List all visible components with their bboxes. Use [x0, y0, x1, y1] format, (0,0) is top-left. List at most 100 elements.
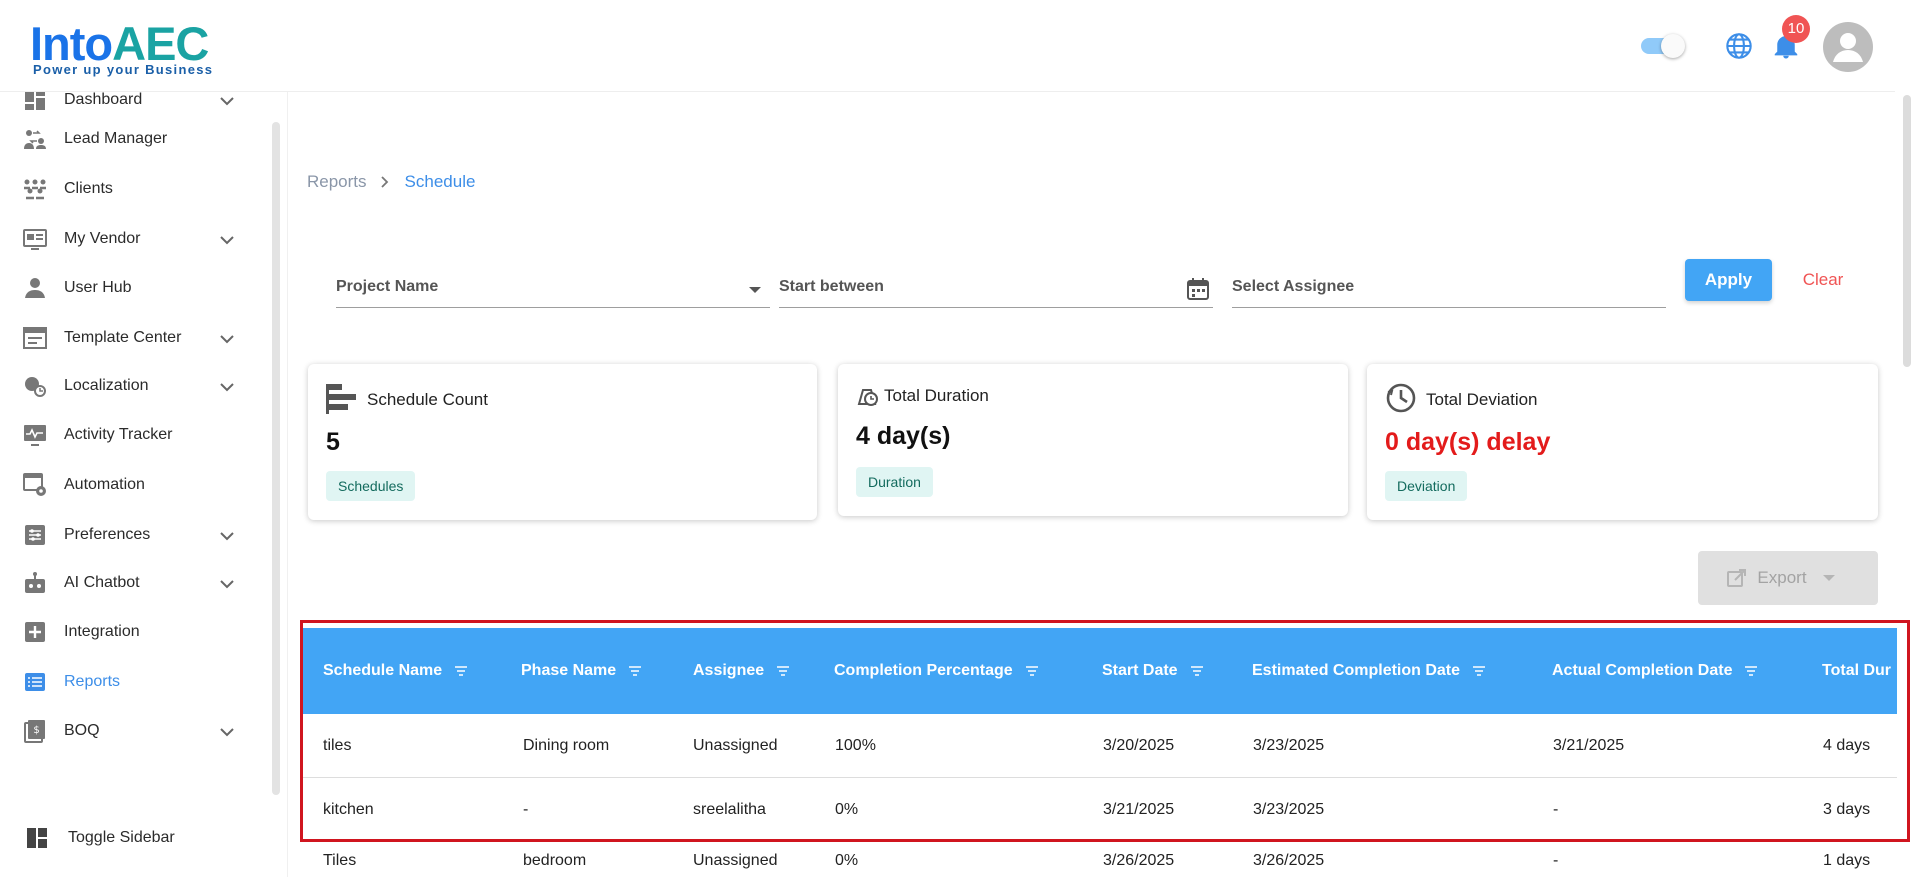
breadcrumb-reports-link[interactable]: Reports: [307, 172, 367, 192]
sidebar-item-label: My Vendor: [64, 230, 141, 247]
column-header-start-date[interactable]: Start Date: [1102, 628, 1204, 714]
sidebar-item-reports[interactable]: Reports: [20, 662, 240, 702]
sidebar-item-automation[interactable]: Automation: [20, 465, 240, 505]
sidebar-item-clients[interactable]: Clients: [20, 169, 240, 209]
start-between-date-input[interactable]: Start between: [779, 268, 1213, 308]
chevron-down-icon[interactable]: [218, 527, 236, 545]
deviation-chip: Deviation: [1385, 471, 1468, 501]
total-duration-card: Total Duration 4 day(s) Duration: [838, 364, 1348, 516]
cell-actual-date: -: [1553, 801, 1559, 818]
table-row[interactable]: tiles Dining room Unassigned 100% 3/20/2…: [303, 714, 1897, 778]
sidebar-item-preferences[interactable]: Preferences: [20, 515, 240, 555]
cell-schedule-name: tiles: [323, 737, 352, 754]
vendor-icon: [20, 224, 50, 254]
sidebar-item-localization[interactable]: Localization: [20, 366, 240, 406]
cell-total-duration: 3 days: [1823, 801, 1871, 818]
cell-actual-date: -: [1553, 852, 1559, 869]
sidebar: Dashboard Lead Manager Clients My Vendor…: [0, 92, 288, 877]
filter-lines-icon[interactable]: [776, 664, 790, 678]
cell-estimated-date: 3/26/2025: [1253, 852, 1325, 869]
table-row[interactable]: Tiles bedroom Unassigned 0% 3/26/2025 3/…: [303, 842, 1897, 877]
sidebar-scrollbar[interactable]: [272, 122, 280, 795]
preferences-icon: [20, 520, 50, 550]
cell-actual-date: 3/21/2025: [1553, 737, 1625, 754]
schedules-chip: Schedules: [326, 471, 416, 501]
header-label: Assignee: [693, 662, 765, 679]
select-assignee-input[interactable]: Select Assignee: [1232, 268, 1666, 308]
sidebar-item-label: AI Chatbot: [64, 574, 140, 591]
sidebar-item-ai-chatbot[interactable]: AI Chatbot: [20, 563, 240, 603]
header-label: Phase Name: [521, 662, 617, 679]
clients-icon: [20, 174, 50, 204]
table-row-partial-container: Tiles bedroom Unassigned 0% 3/26/2025 3/…: [303, 842, 1897, 877]
header-label: Completion Percentage: [834, 662, 1013, 679]
brand-logo[interactable]: IntoAEC Power up your Business: [30, 10, 220, 77]
cell-schedule-name: Tiles: [323, 852, 357, 869]
filter-lines-icon[interactable]: [1744, 664, 1758, 678]
schedule-count-value: 5: [326, 428, 340, 456]
project-name-label: Project Name: [336, 278, 439, 295]
sidebar-item-activity-tracker[interactable]: Activity Tracker: [20, 415, 240, 455]
chevron-down-icon[interactable]: [218, 575, 236, 593]
total-deviation-card: Total Deviation 0 day(s) delay Deviation: [1367, 364, 1878, 520]
chevron-down-icon[interactable]: [218, 330, 236, 348]
sidebar-item-label: Dashboard: [64, 92, 143, 108]
column-header-schedule-name[interactable]: Schedule Name: [323, 628, 468, 714]
column-header-completion-percentage[interactable]: Completion Percentage: [834, 628, 1039, 714]
project-name-select[interactable]: Project Name: [336, 268, 770, 308]
column-header-estimated-completion-date[interactable]: Estimated Completion Date: [1252, 628, 1486, 714]
sidebar-item-label: BOQ: [64, 722, 100, 739]
sidebar-item-dashboard[interactable]: Dashboard: [20, 92, 240, 120]
logo-tagline: Power up your Business: [33, 62, 214, 77]
sidebar-item-label: Template Center: [64, 329, 182, 346]
sidebar-item-integration[interactable]: Integration: [20, 612, 240, 652]
column-header-assignee[interactable]: Assignee: [693, 628, 790, 714]
dropdown-arrow-icon: [749, 287, 761, 293]
filter-lines-icon[interactable]: [454, 664, 468, 678]
header-label: Start Date: [1102, 662, 1178, 679]
calendar-icon[interactable]: [1185, 276, 1211, 302]
sidebar-item-label: Localization: [64, 377, 149, 394]
filter-lines-icon[interactable]: [1472, 664, 1486, 678]
sidebar-item-boq[interactable]: $ BOQ: [20, 711, 240, 751]
filter-lines-icon[interactable]: [1190, 664, 1204, 678]
column-header-phase-name[interactable]: Phase Name: [521, 628, 642, 714]
chatbot-icon: [20, 568, 50, 598]
sidebar-item-label: User Hub: [64, 279, 132, 296]
total-duration-value: 4 day(s): [856, 422, 951, 450]
chevron-down-icon[interactable]: [218, 378, 236, 396]
sidebar-item-label: Reports: [64, 673, 121, 690]
chevron-down-icon[interactable]: [218, 92, 236, 110]
chevron-down-icon[interactable]: [218, 723, 236, 741]
globe-icon[interactable]: [1725, 32, 1753, 60]
column-header-total-duration[interactable]: Total Dur: [1822, 628, 1891, 714]
column-header-actual-completion-date[interactable]: Actual Completion Date: [1552, 628, 1758, 714]
user-avatar[interactable]: [1823, 22, 1873, 72]
main-scrollbar[interactable]: [1903, 95, 1911, 367]
cell-total-duration: 4 days: [1823, 737, 1871, 754]
template-icon: [20, 323, 50, 353]
clear-button[interactable]: Clear: [1793, 259, 1853, 301]
sidebar-item-lead-manager[interactable]: Lead Manager: [20, 119, 240, 159]
sidebar-item-my-vendor[interactable]: My Vendor: [20, 219, 240, 259]
sidebar-item-template-center[interactable]: Template Center: [20, 318, 240, 358]
cell-estimated-date: 3/23/2025: [1253, 737, 1325, 754]
cell-completion: 0%: [835, 801, 859, 818]
filter-lines-icon[interactable]: [1025, 664, 1039, 678]
cell-start-date: 3/21/2025: [1103, 801, 1175, 818]
export-button[interactable]: Export: [1698, 551, 1878, 605]
schedule-count-card: Schedule Count 5 Schedules: [308, 364, 817, 520]
filter-lines-icon[interactable]: [628, 664, 642, 678]
chevron-down-icon[interactable]: [218, 231, 236, 249]
cell-total-duration: 1 days: [1823, 852, 1871, 869]
toggle-knob: [1661, 34, 1685, 58]
table-row[interactable]: kitchen - sreelalitha 0% 3/21/2025 3/23/…: [303, 778, 1897, 842]
activity-icon: [20, 420, 50, 450]
toggle-sidebar-button[interactable]: Toggle Sidebar: [26, 827, 175, 849]
theme-toggle[interactable]: [1641, 34, 1687, 58]
header-label: Schedule Name: [323, 662, 443, 679]
apply-button[interactable]: Apply: [1685, 259, 1772, 301]
cell-completion: 100%: [835, 737, 876, 754]
header-label: Actual Completion Date: [1552, 662, 1733, 679]
sidebar-item-user-hub[interactable]: User Hub: [20, 268, 240, 308]
